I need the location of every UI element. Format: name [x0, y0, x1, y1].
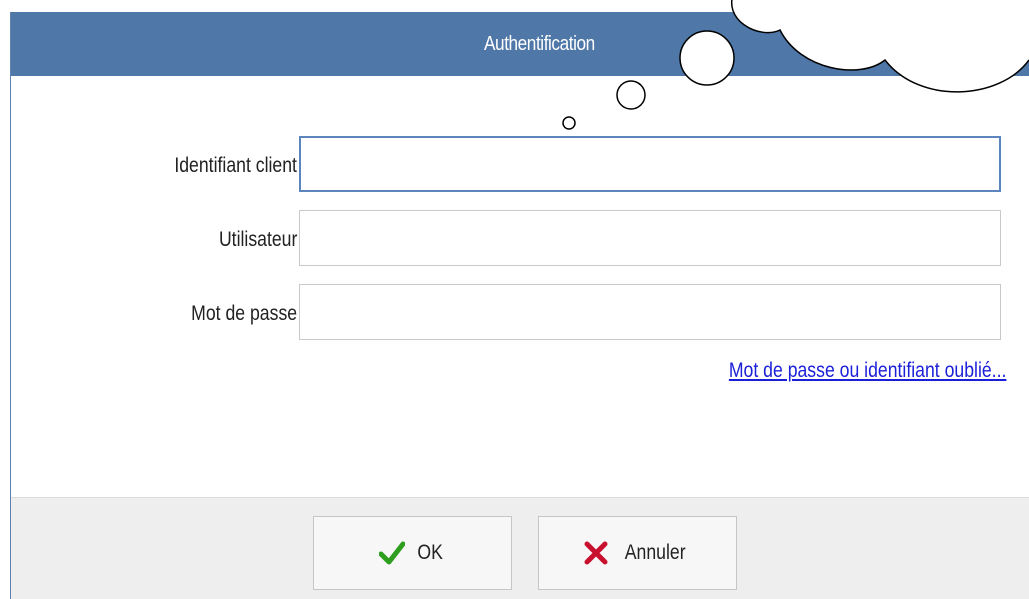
client-id-row: Identifiant client [11, 136, 1029, 196]
password-row: Mot de passe [11, 284, 1029, 344]
authentication-dialog: Authentification Identifiant client Util… [10, 12, 1029, 599]
dialog-footer: OK Annuler [11, 497, 1029, 599]
cross-icon [584, 541, 608, 565]
ok-button-label: OK [417, 541, 444, 564]
screen: Authentification Identifiant client Util… [0, 0, 1029, 599]
cancel-button[interactable]: Annuler [538, 516, 737, 590]
user-label: Utilisateur [218, 228, 297, 251]
checkmark-icon [379, 541, 406, 565]
dialog-title-bar: Authentification [11, 12, 1029, 76]
user-row: Utilisateur [11, 210, 1029, 270]
client-id-input[interactable] [299, 136, 1001, 192]
password-label: Mot de passe [191, 302, 297, 325]
ok-button[interactable]: OK [313, 516, 512, 590]
forgot-credentials-link[interactable]: Mot de passe ou identifiant oublié... [728, 359, 1006, 383]
dialog-title: Authentification [484, 32, 595, 55]
cancel-button-label: Annuler [625, 541, 686, 564]
client-id-label: Identifiant client [174, 154, 297, 177]
user-input[interactable] [299, 210, 1001, 266]
password-input[interactable] [299, 284, 1001, 340]
